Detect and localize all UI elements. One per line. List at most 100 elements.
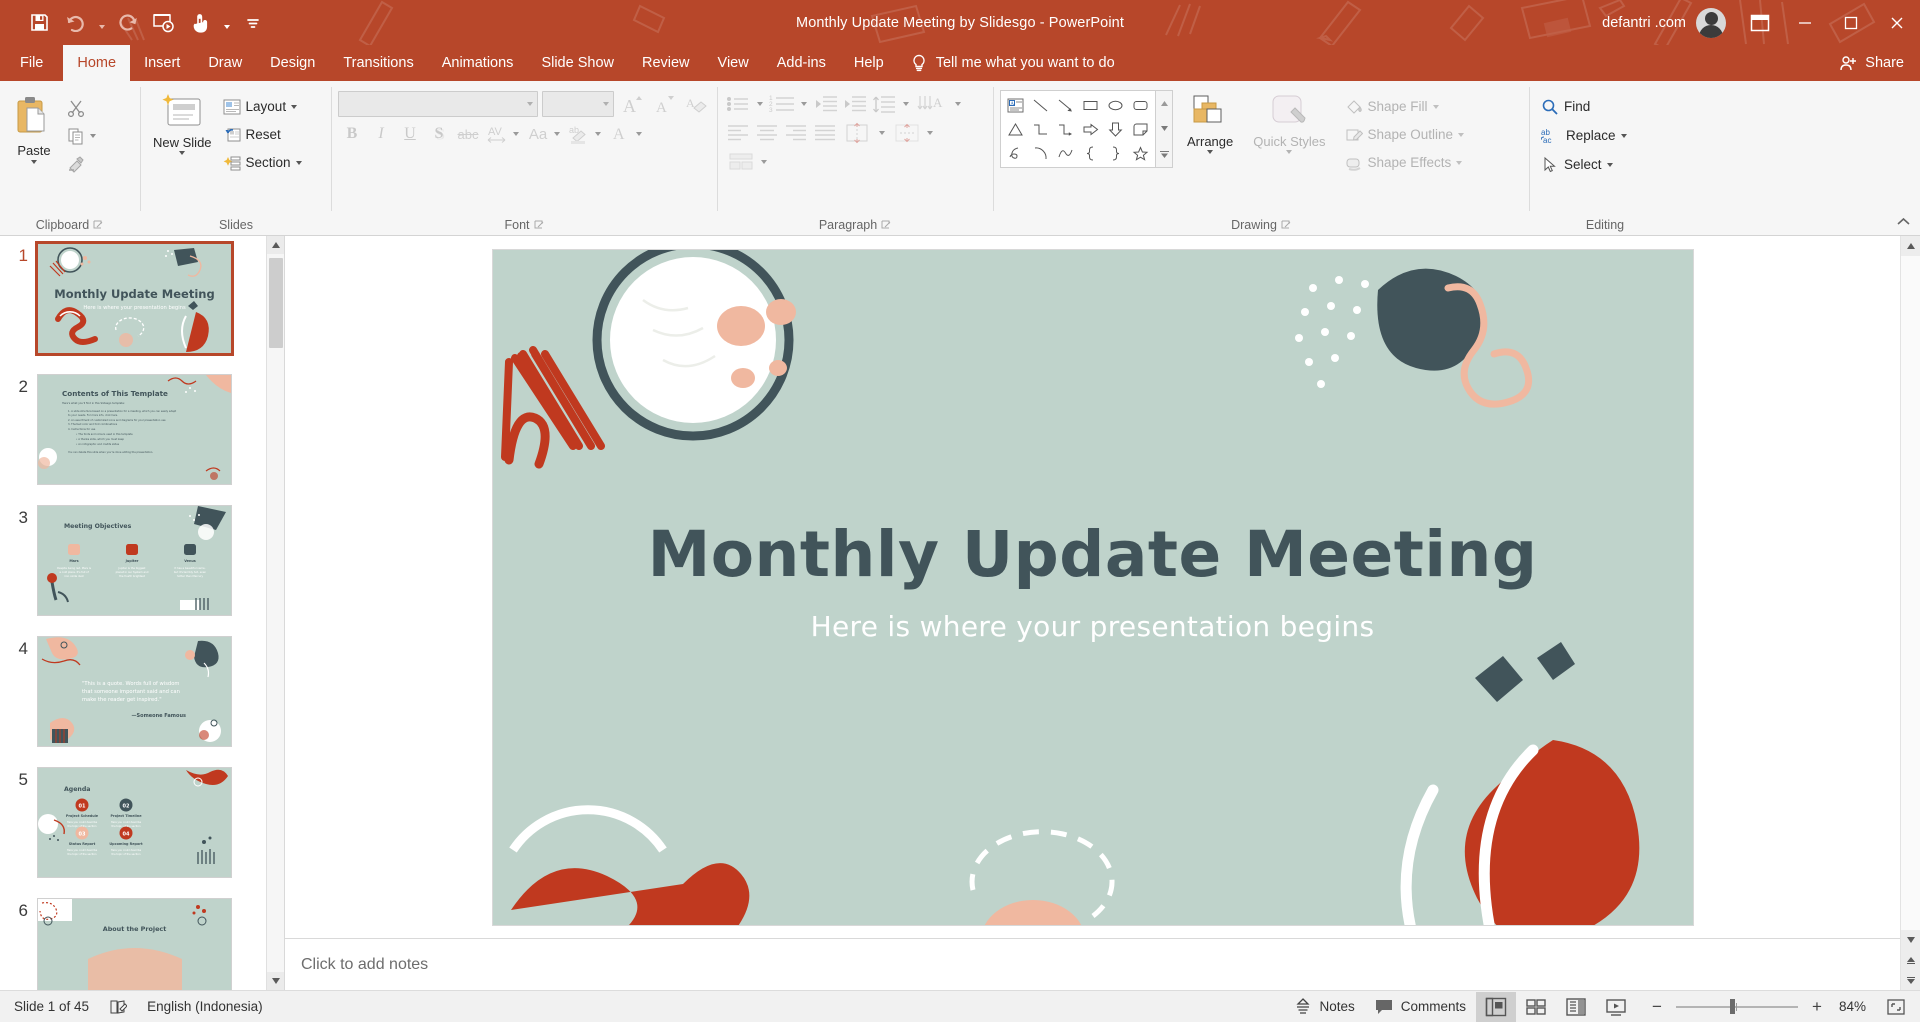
reset-button[interactable]: Reset <box>218 121 307 148</box>
right-brace-shape[interactable] <box>1103 141 1128 165</box>
bold-button[interactable]: B <box>338 121 366 147</box>
text-direction-button[interactable]: A <box>914 91 952 117</box>
start-slideshow-icon[interactable] <box>147 8 181 38</box>
replace-button[interactable]: ab ac Replace <box>1536 122 1632 149</box>
arc-shape[interactable] <box>1028 141 1053 165</box>
font-dialog-launcher[interactable] <box>534 220 545 231</box>
tab-file[interactable]: File <box>0 45 63 81</box>
right-arrow-shape[interactable] <box>1078 117 1103 141</box>
slide-editing-surface[interactable]: Monthly Update Meeting Here is where you… <box>285 236 1900 938</box>
list-item[interactable]: 4 "This is a quote. Words full of wisdom… <box>0 636 266 747</box>
normal-view-button[interactable] <box>1476 991 1516 1022</box>
find-button[interactable]: Find <box>1536 93 1595 120</box>
paste-button[interactable]: Paste <box>6 89 62 168</box>
fit-to-window-button[interactable] <box>1876 992 1916 1022</box>
current-slide[interactable]: Monthly Update Meeting Here is where you… <box>492 249 1693 925</box>
section-button[interactable]: Section <box>218 149 307 176</box>
font-name-input[interactable] <box>338 91 538 117</box>
shape-fill-button[interactable]: Shape Fill <box>1340 93 1470 120</box>
text-highlight-button[interactable]: ab <box>565 121 593 147</box>
language-indicator[interactable]: English (Indonesia) <box>137 994 273 1020</box>
thumbnail-slide-1[interactable]: Monthly Update Meeting Here is where you… <box>35 241 234 356</box>
comments-button[interactable]: Comments <box>1365 994 1476 1020</box>
oval-shape[interactable] <box>1103 93 1128 117</box>
tab-insert[interactable]: Insert <box>130 45 194 81</box>
accessibility-checker-button[interactable] <box>99 994 137 1020</box>
minimize-button[interactable] <box>1782 0 1828 45</box>
thumbnails-scroll-up-icon[interactable] <box>266 236 284 254</box>
thumbnails-scrollbar[interactable] <box>266 236 284 990</box>
list-item[interactable]: 1 Monthly Update Meeting Here is where y… <box>0 241 266 356</box>
select-button[interactable]: Select <box>1536 151 1618 178</box>
ribbon-display-options-icon[interactable] <box>1738 0 1782 45</box>
bullets-button[interactable] <box>724 91 752 117</box>
line-spacing-button[interactable] <box>870 91 898 117</box>
justify-button[interactable] <box>811 120 839 146</box>
layout-button[interactable]: Layout <box>218 93 307 120</box>
save-icon[interactable] <box>22 8 56 38</box>
slide-thumbnails-panel[interactable]: 1 Monthly Update Meeting Here is where y… <box>0 236 285 990</box>
touch-mode-icon[interactable] <box>183 8 217 38</box>
elbow-arrow-connector-shape[interactable] <box>1053 117 1078 141</box>
tab-view[interactable]: View <box>704 45 763 81</box>
touch-mode-dropdown-icon[interactable] <box>219 8 234 38</box>
account-name[interactable]: defantri .com <box>1602 15 1686 31</box>
new-slide-button[interactable]: New Slide <box>147 89 218 159</box>
thumbnail-slide-6[interactable]: About the Project <box>37 898 232 990</box>
drawing-dialog-launcher[interactable] <box>1281 220 1292 231</box>
rounded-rectangle-shape[interactable] <box>1128 93 1153 117</box>
tab-draw[interactable]: Draw <box>194 45 256 81</box>
triangle-shape[interactable] <box>1003 117 1028 141</box>
align-right-button[interactable] <box>782 120 810 146</box>
scribble-shape[interactable] <box>1003 141 1028 165</box>
tab-add-ins[interactable]: Add-ins <box>763 45 840 81</box>
undo-icon[interactable] <box>58 8 92 38</box>
slide-subtitle-text[interactable]: Here is where your presentation begins <box>493 610 1693 643</box>
clear-formatting-icon[interactable]: A <box>682 91 710 117</box>
vertical-scroll-track[interactable] <box>1900 256 1920 930</box>
columns-button[interactable] <box>840 120 874 146</box>
clipboard-dialog-launcher[interactable] <box>93 220 104 231</box>
thumbnail-slide-5[interactable]: Agenda 01 02 03 04 Project Schedule Proj… <box>37 767 232 878</box>
slide-show-button[interactable] <box>1596 992 1636 1022</box>
increase-font-size-icon[interactable]: A <box>618 91 646 117</box>
left-brace-shape[interactable] <box>1078 141 1103 165</box>
character-spacing-button[interactable]: AV <box>483 121 511 147</box>
shapes-more-icon[interactable] <box>1156 142 1172 167</box>
decrease-indent-button[interactable] <box>812 91 840 117</box>
customize-qat-icon[interactable] <box>236 8 270 38</box>
increase-indent-button[interactable] <box>841 91 869 117</box>
paragraph-dialog-launcher[interactable] <box>881 220 892 231</box>
next-slide-icon[interactable] <box>1900 970 1920 990</box>
font-size-input[interactable] <box>542 91 614 117</box>
tab-animations[interactable]: Animations <box>428 45 528 81</box>
zoom-level-label[interactable]: 84% <box>1830 999 1876 1014</box>
collapse-ribbon-icon[interactable] <box>1894 213 1912 231</box>
underline-button[interactable]: U <box>396 121 424 147</box>
slide-title-text[interactable]: Monthly Update Meeting <box>493 518 1693 591</box>
list-item[interactable]: 6 About the Project <box>0 898 266 990</box>
notes-pane[interactable]: Click to add notes <box>285 938 1900 990</box>
text-shadow-button[interactable]: S <box>425 121 453 147</box>
zoom-out-button[interactable]: − <box>1644 994 1670 1020</box>
restore-button[interactable] <box>1828 0 1874 45</box>
undo-dropdown-icon[interactable] <box>94 8 109 38</box>
tab-transitions[interactable]: Transitions <box>329 45 427 81</box>
shape-outline-button[interactable]: Shape Outline <box>1340 121 1470 148</box>
arrange-button[interactable]: Arrange <box>1181 90 1239 158</box>
arrow-shape[interactable] <box>1053 93 1078 117</box>
zoom-slider[interactable] <box>1676 999 1798 1014</box>
line-shape[interactable] <box>1028 93 1053 117</box>
slide-vertical-scrollbar[interactable] <box>1900 236 1920 990</box>
align-left-button[interactable] <box>724 120 752 146</box>
folded-corner-shape[interactable] <box>1128 117 1153 141</box>
avatar[interactable] <box>1696 7 1726 38</box>
rectangle-shape[interactable] <box>1078 93 1103 117</box>
italic-button[interactable]: I <box>367 121 395 147</box>
down-arrow-shape[interactable] <box>1103 117 1128 141</box>
thumbnails-scroll-down-icon[interactable] <box>266 972 284 990</box>
thumbnail-slide-3[interactable]: Meeting Objectives Mars Jupiter Venus De… <box>37 505 232 616</box>
slide-count-indicator[interactable]: Slide 1 of 45 <box>4 994 99 1020</box>
convert-to-smartart-button[interactable] <box>724 149 758 175</box>
previous-slide-icon[interactable] <box>1900 950 1920 970</box>
